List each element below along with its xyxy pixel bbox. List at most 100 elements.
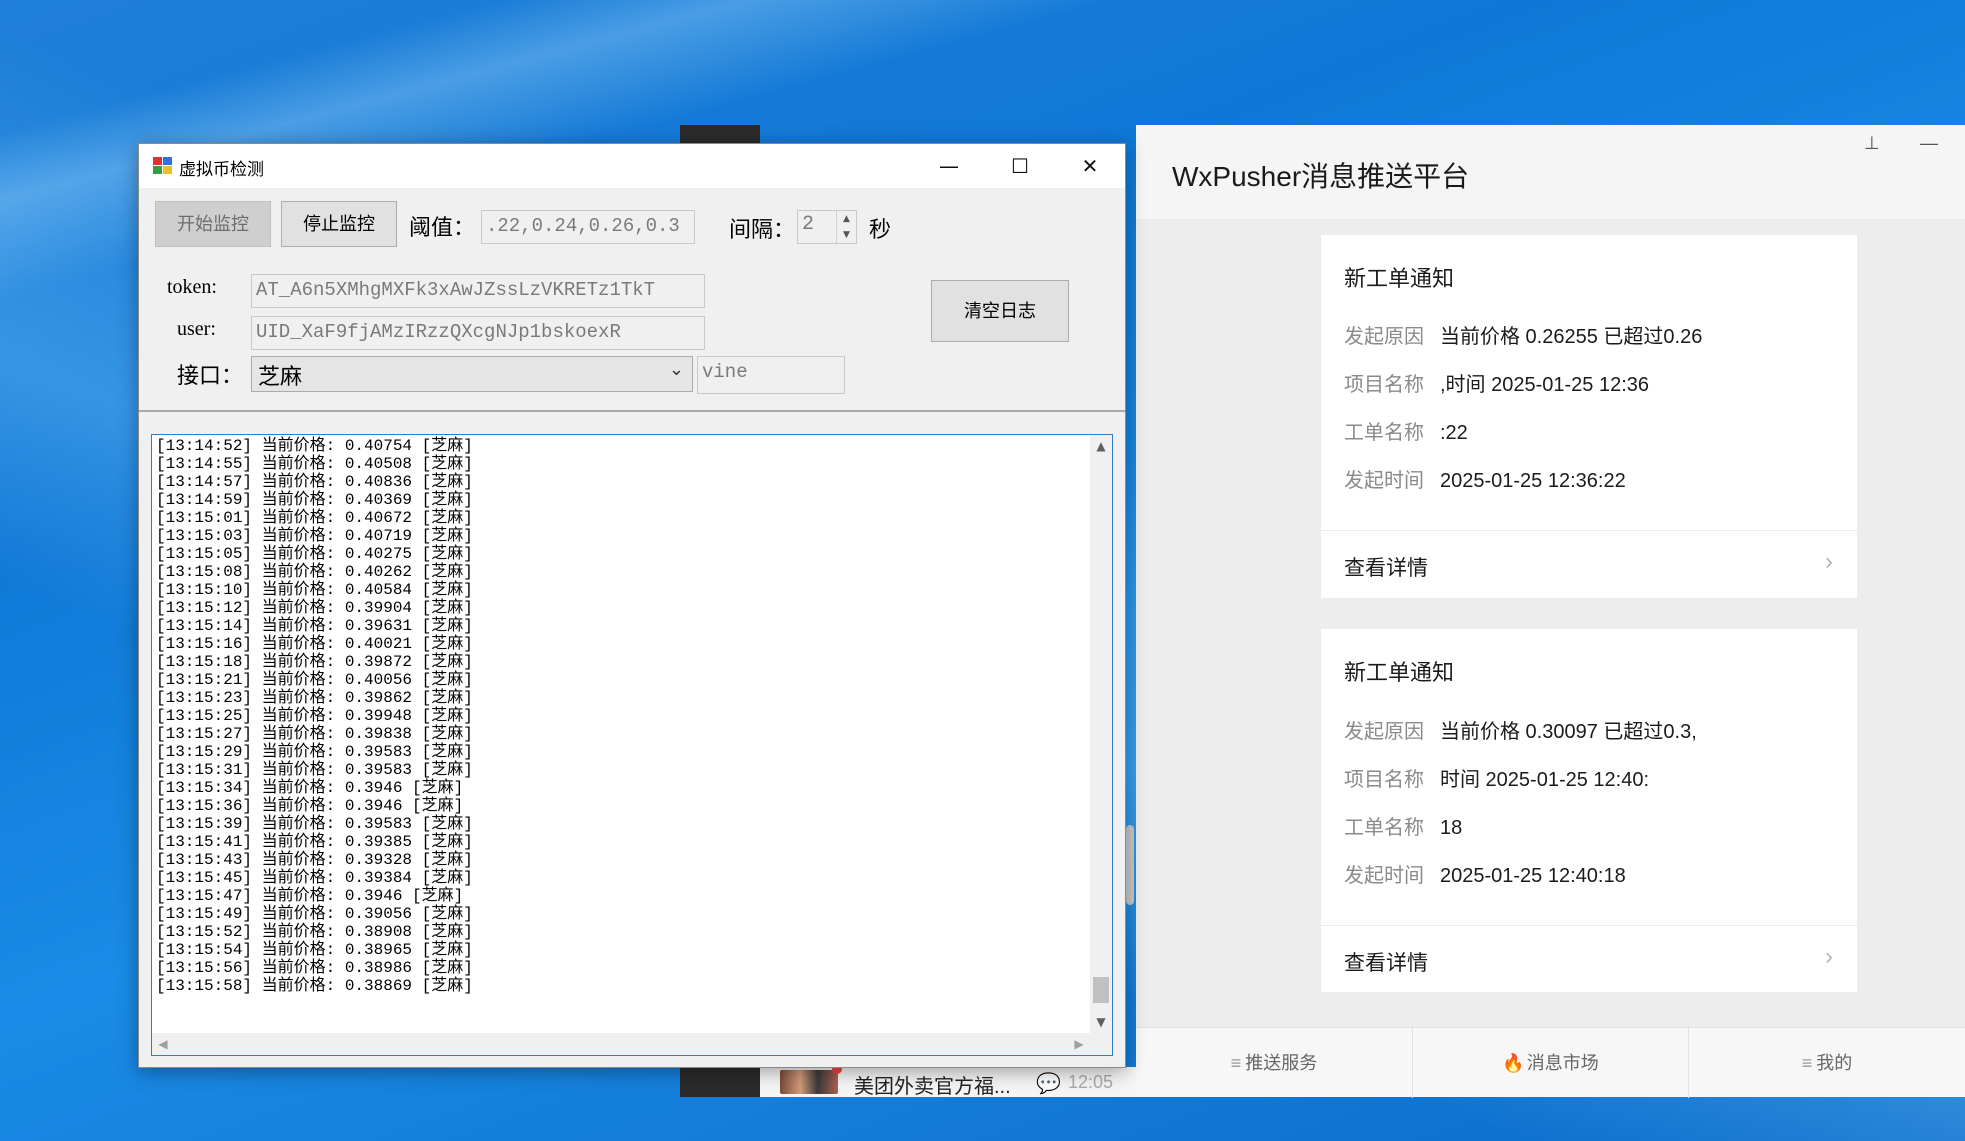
scroll-down-icon[interactable]: ▼ bbox=[1090, 1011, 1112, 1033]
pin-icon[interactable]: ⊥ bbox=[1864, 133, 1880, 154]
log-line: [13:15:14] 当前价格: 0.39631 [芝麻] bbox=[156, 617, 473, 635]
stepper-arrows[interactable]: ▲ ▼ bbox=[836, 211, 856, 243]
log-line: [13:15:18] 当前价格: 0.39872 [芝麻] bbox=[156, 653, 473, 671]
chat-title: 美团外卖官方福... bbox=[854, 1076, 1011, 1098]
card-row-project: 项目名称 ,时间 2025-01-25 12:36 bbox=[1344, 374, 1650, 396]
card-row-time: 发起时间 2025-01-25 12:40:18 bbox=[1344, 865, 1626, 887]
log-lines: [13:14:52] 当前价格: 0.40754 [芝麻] [13:14:55] … bbox=[156, 437, 1056, 995]
horizontal-scrollbar[interactable]: ◀ ▶ bbox=[152, 1033, 1090, 1055]
chat-avatar-group bbox=[780, 1070, 838, 1094]
log-line: [13:14:57] 当前价格: 0.40836 [芝麻] bbox=[156, 473, 473, 491]
view-details-link[interactable]: 查看详情 bbox=[1344, 552, 1428, 582]
log-line: [13:15:23] 当前价格: 0.39862 [芝麻] bbox=[156, 689, 473, 707]
log-line: [13:15:36] 当前价格: 0.3946 [芝麻] bbox=[156, 797, 464, 815]
log-line: [13:15:47] 当前价格: 0.3946 [芝麻] bbox=[156, 887, 464, 905]
log-line: [13:15:56] 当前价格: 0.38986 [芝麻] bbox=[156, 959, 473, 977]
vertical-scrollbar[interactable]: ▲ ▼ bbox=[1090, 435, 1112, 1033]
card-divider bbox=[1321, 530, 1857, 531]
chevron-right-icon[interactable]: › bbox=[1825, 548, 1833, 576]
wx-minimize-button[interactable]: — bbox=[1920, 133, 1938, 154]
card-title: 新工单通知 bbox=[1344, 660, 1455, 685]
card-divider bbox=[1321, 925, 1857, 926]
scroll-left-icon[interactable]: ◀ bbox=[152, 1033, 174, 1055]
card-row-name: 工单名称:22 bbox=[1344, 422, 1468, 444]
log-line: [13:14:59] 当前价格: 0.40369 [芝麻] bbox=[156, 491, 473, 509]
token-input[interactable]: AT_A6n5XMhgMXFk3xAwJZssLzVKRETz1TkT bbox=[251, 274, 705, 308]
api-extra-input[interactable]: vine bbox=[697, 356, 845, 394]
log-line: [13:15:08] 当前价格: 0.40262 [芝麻] bbox=[156, 563, 473, 581]
log-line: [13:15:05] 当前价格: 0.40275 [芝麻] bbox=[156, 545, 473, 563]
maximize-button[interactable]: ☐ bbox=[985, 144, 1055, 188]
notification-card-2: 新工单通知 发起原因 当前价格 0.30097 已超过0.3, 项目名称 时间 20… bbox=[1321, 629, 1857, 992]
card-title: 新工单通知 bbox=[1344, 266, 1455, 291]
log-line: [13:15:16] 当前价格: 0.40021 [芝麻] bbox=[156, 635, 473, 653]
threshold-input[interactable]: .22,0.24,0.26,0.3 bbox=[481, 210, 695, 244]
chevron-right-icon[interactable]: › bbox=[1825, 943, 1833, 971]
chat-time: 12:05 bbox=[1068, 1072, 1114, 1092]
tab-message-market[interactable]: 🔥 消息市场 bbox=[1412, 1028, 1688, 1098]
log-line: [13:15:54] 当前价格: 0.38965 [芝麻] bbox=[156, 941, 473, 959]
stop-monitor-button[interactable]: 停止监控 bbox=[281, 201, 397, 247]
interval-stepper[interactable]: 2 ▲ ▼ bbox=[797, 210, 857, 244]
separator bbox=[139, 410, 1125, 412]
log-line: [13:15:49] 当前价格: 0.39056 [芝麻] bbox=[156, 905, 473, 923]
api-select[interactable]: 芝麻 ⌄ bbox=[251, 356, 693, 392]
log-line: [13:14:55] 当前价格: 0.40508 [芝麻] bbox=[156, 455, 473, 473]
log-line: [13:15:31] 当前价格: 0.39583 [芝麻] bbox=[156, 761, 473, 779]
log-line: [13:15:25] 当前价格: 0.39948 [芝麻] bbox=[156, 707, 473, 725]
menu-icon: ≡ bbox=[1230, 1053, 1242, 1073]
log-line: [13:15:45] 当前价格: 0.39384 [芝麻] bbox=[156, 869, 473, 887]
log-line: [13:15:10] 当前价格: 0.40584 [芝麻] bbox=[156, 581, 473, 599]
log-line: [13:15:58] 当前价格: 0.38869 [芝麻] bbox=[156, 977, 473, 995]
interval-value: 2 bbox=[802, 213, 815, 236]
minimize-button[interactable]: — bbox=[914, 144, 984, 188]
view-details-link[interactable]: 查看详情 bbox=[1344, 947, 1428, 977]
api-selected-value: 芝麻 bbox=[258, 364, 303, 389]
log-textbox[interactable]: [13:14:52] 当前价格: 0.40754 [芝麻] [13:14:55] … bbox=[151, 434, 1113, 1056]
window-title: 虚拟币检测 bbox=[179, 160, 264, 179]
fire-icon: 🔥 bbox=[1502, 1053, 1525, 1073]
log-line: [13:15:27] 当前价格: 0.39838 [芝麻] bbox=[156, 725, 473, 743]
interval-unit: 秒 bbox=[869, 217, 892, 242]
tab-mine[interactable]: ≡ 我的 bbox=[1688, 1028, 1965, 1098]
scroll-thumb[interactable] bbox=[1093, 977, 1109, 1003]
start-monitor-button[interactable]: 开始监控 bbox=[155, 201, 271, 247]
log-line: [13:15:41] 当前价格: 0.39385 [芝麻] bbox=[156, 833, 473, 851]
menu-icon: ≡ bbox=[1801, 1053, 1813, 1073]
log-line: [13:15:34] 当前价格: 0.3946 [芝麻] bbox=[156, 779, 464, 797]
card-row-project: 项目名称 时间 2025-01-25 12:40: bbox=[1344, 769, 1650, 791]
scroll-corner bbox=[1090, 1033, 1112, 1055]
interval-label: 间隔： bbox=[729, 217, 796, 242]
log-line: [13:15:03] 当前价格: 0.40719 [芝麻] bbox=[156, 527, 473, 545]
wx-scrollbar[interactable] bbox=[1126, 825, 1134, 905]
crypto-monitor-window: 虚拟币检测 — ☐ ✕ 开始监控 停止监控 阈值： .22,0.24,0.26,… bbox=[138, 143, 1126, 1068]
wxpusher-tab-bar: ≡ 推送服务 🔥 消息市场 ≡ 我的 bbox=[1136, 1027, 1965, 1098]
wxpusher-header: WxPusher消息推送平台 ⊥ — bbox=[1136, 125, 1965, 219]
log-line: [13:14:52] 当前价格: 0.40754 [芝麻] bbox=[156, 437, 473, 455]
scroll-right-icon[interactable]: ▶ bbox=[1068, 1033, 1090, 1055]
app-icon bbox=[153, 157, 173, 175]
chevron-down-icon: ⌄ bbox=[668, 359, 684, 379]
stepper-down-icon[interactable]: ▼ bbox=[837, 227, 856, 243]
log-line: [13:15:01] 当前价格: 0.40672 [芝麻] bbox=[156, 509, 473, 527]
card-row-reason: 发起原因 当前价格 0.30097 已超过0.3, bbox=[1344, 721, 1697, 743]
wxpusher-window: WxPusher消息推送平台 ⊥ — 新工单通知 发起原因 当前价格 0.2625… bbox=[1126, 125, 1965, 1098]
api-label: 接口： bbox=[177, 363, 244, 388]
title-bar[interactable]: 虚拟币检测 — ☐ ✕ bbox=[139, 144, 1125, 188]
user-input[interactable]: UID_XaF9fjAMzIRzzQXcgNJp1bskoexR bbox=[251, 316, 705, 350]
log-line: [13:15:21] 当前价格: 0.40056 [芝麻] bbox=[156, 671, 473, 689]
card-row-reason: 发起原因 当前价格 0.26255 已超过0.26 bbox=[1344, 326, 1703, 348]
token-label: token: bbox=[167, 276, 217, 298]
wxpusher-title: WxPusher消息推送平台 bbox=[1172, 161, 1470, 192]
close-button[interactable]: ✕ bbox=[1055, 144, 1125, 188]
log-line: [13:15:39] 当前价格: 0.39583 [芝麻] bbox=[156, 815, 473, 833]
clear-log-button[interactable]: 清空日志 bbox=[931, 280, 1069, 342]
stepper-up-icon[interactable]: ▲ bbox=[837, 211, 856, 227]
background-chat-item[interactable]: 美团外卖官方福... 💬 12:05 bbox=[760, 1064, 1136, 1098]
threshold-label: 阈值： bbox=[409, 215, 476, 240]
scroll-up-icon[interactable]: ▲ bbox=[1090, 435, 1112, 457]
chat-bubble-icon: 💬 bbox=[1036, 1073, 1061, 1095]
card-row-name: 工单名称 18 bbox=[1344, 817, 1463, 839]
user-label: user: bbox=[177, 318, 216, 340]
tab-push-service[interactable]: ≡ 推送服务 bbox=[1136, 1028, 1412, 1098]
